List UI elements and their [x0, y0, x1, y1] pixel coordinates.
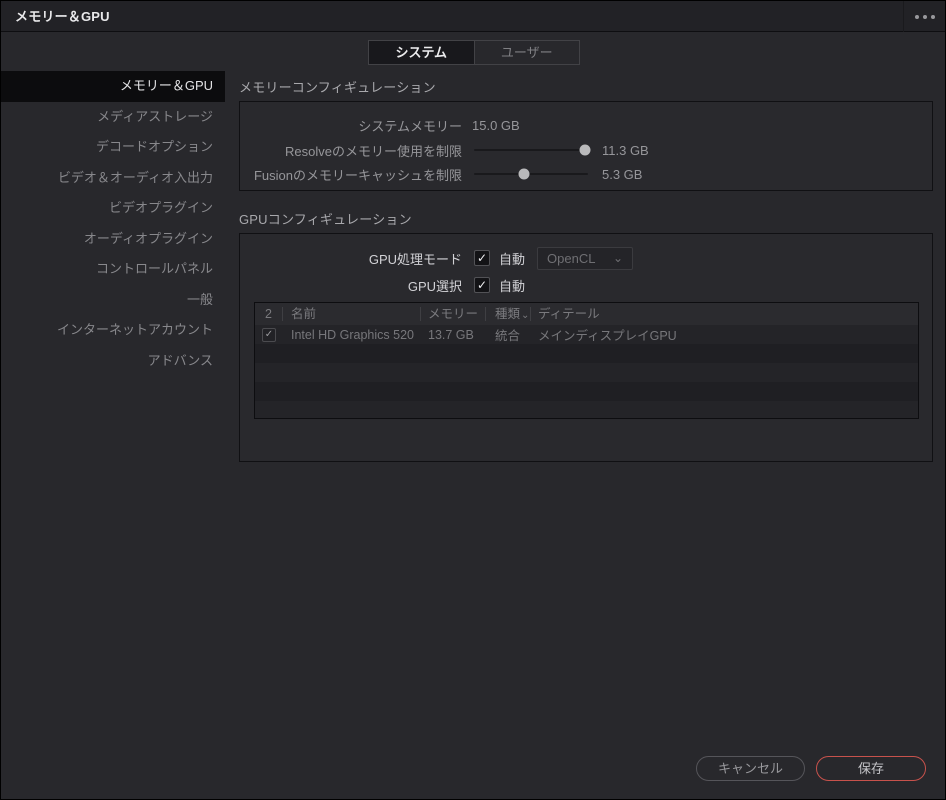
sort-caret-icon: ⌄	[521, 310, 530, 321]
gpu-table-empty-row	[255, 401, 918, 418]
sidebar-item-general[interactable]: 一般	[1, 285, 225, 316]
gpu-processing-mode-dropdown-value: OpenCL	[547, 250, 596, 266]
gpu-processing-mode-dropdown[interactable]: OpenCL ⌄	[537, 246, 634, 270]
title-bar: メモリー＆GPU	[1, 1, 945, 32]
gpu-table-header-type-label: 種類	[495, 307, 521, 321]
gpu-select-label: GPU選択	[407, 278, 462, 294]
cancel-button[interactable]: キャンセル	[696, 756, 805, 781]
check-icon: ✓	[476, 251, 488, 265]
gpu-table-header-type[interactable]: 種類⌄	[486, 307, 531, 321]
gpu-configuration-group: GPU処理モード ✓ 自動 OpenCL ⌄ GPU選択 ✓ 自動 2 名前 メ…	[239, 233, 933, 462]
gpu-processing-mode-auto-label: 自動	[499, 251, 526, 267]
save-button[interactable]: 保存	[816, 756, 926, 781]
chevron-down-icon: ⌄	[612, 251, 624, 265]
tab-bar: システム ユーザー	[1, 33, 945, 71]
tab-system[interactable]: システム	[369, 41, 474, 64]
resolve-memory-limit-value: 11.3 GB	[602, 142, 649, 158]
more-options-button[interactable]	[903, 1, 945, 32]
slider-thumb[interactable]	[579, 144, 591, 156]
gpu-select-auto-checkbox[interactable]: ✓	[474, 277, 490, 293]
more-options-icon	[914, 14, 919, 19]
settings-dialog: メモリー＆GPU システム ユーザー メモリー＆GPU メディアストレージ デコ…	[0, 0, 946, 800]
gpu-select-auto-label: 自動	[499, 278, 526, 294]
gpu-list-table: 2 名前 メモリー 種類⌄ ディテール ✓ Intel HD Graphics …	[254, 302, 919, 419]
check-icon: ✓	[476, 278, 488, 292]
slider-thumb[interactable]	[518, 168, 530, 180]
sidebar-item-decode-options[interactable]: デコードオプション	[1, 132, 225, 163]
sidebar-item-video-plugins[interactable]: ビデオプラグイン	[1, 193, 225, 224]
sidebar-item-video-audio-io[interactable]: ビデオ＆オーディオ入出力	[1, 163, 225, 194]
gpu-table-header-memory[interactable]: メモリー	[421, 307, 486, 321]
gpu-table-header: 2 名前 メモリー 種類⌄ ディテール	[255, 303, 918, 325]
gpu-memory-cell: 13.7 GB	[428, 327, 474, 342]
slider-track	[474, 149, 588, 151]
gpu-table-row[interactable]: ✓ Intel HD Graphics 520 13.7 GB 統合 メインディ…	[255, 325, 918, 344]
gpu-table-header-count[interactable]: 2	[255, 307, 283, 321]
system-memory-value: 15.0 GB	[472, 117, 520, 133]
slider-track	[474, 173, 588, 175]
fusion-memory-cache-value: 5.3 GB	[602, 166, 643, 182]
gpu-processing-mode-auto-checkbox[interactable]: ✓	[474, 250, 490, 266]
sidebar-item-internet-accounts[interactable]: インターネットアカウント	[1, 315, 225, 346]
resolve-memory-limit-slider[interactable]	[474, 143, 591, 157]
dialog-title: メモリー＆GPU	[15, 9, 110, 24]
settings-content: メモリーコンフィギュレーション システムメモリー 15.0 GB Resolve…	[239, 71, 933, 799]
gpu-row-checkbox[interactable]: ✓	[262, 327, 276, 342]
resolve-memory-limit-label: Resolveのメモリー使用を制限	[285, 143, 462, 159]
memory-configuration-group: システムメモリー 15.0 GB Resolveのメモリー使用を制限 11.3 …	[239, 101, 933, 191]
gpu-table-empty-row	[255, 363, 918, 382]
sidebar-item-memory-gpu[interactable]: メモリー＆GPU	[1, 71, 225, 102]
fusion-memory-cache-slider[interactable]	[474, 167, 588, 181]
tab-user[interactable]: ユーザー	[473, 41, 580, 64]
settings-sidebar: メモリー＆GPU メディアストレージ デコードオプション ビデオ＆オーディオ入出…	[1, 71, 239, 799]
sidebar-item-advanced[interactable]: アドバンス	[1, 346, 225, 377]
gpu-detail-cell: メインディスプレイGPU	[538, 329, 677, 343]
check-icon: ✓	[264, 329, 274, 340]
gpu-table-header-name[interactable]: 名前	[283, 307, 421, 321]
sidebar-item-media-storage[interactable]: メディアストレージ	[1, 102, 225, 133]
fusion-memory-cache-label: Fusionのメモリーキャッシュを制限	[253, 167, 462, 183]
sidebar-item-control-panels[interactable]: コントロールパネル	[1, 254, 225, 285]
gpu-table-empty-row	[255, 382, 918, 401]
gpu-table-empty-row	[255, 344, 918, 363]
system-memory-label: システムメモリー	[358, 118, 462, 134]
more-options-icon	[922, 14, 927, 19]
gpu-name-cell: Intel HD Graphics 520	[291, 327, 414, 342]
gpu-processing-mode-label: GPU処理モード	[368, 251, 462, 267]
tab-group: システム ユーザー	[368, 40, 580, 65]
more-options-icon	[930, 14, 935, 19]
gpu-table-header-detail[interactable]: ディテール	[531, 307, 918, 321]
sidebar-item-audio-plugins[interactable]: オーディオプラグイン	[1, 224, 225, 255]
gpu-type-cell: 統合	[495, 329, 521, 343]
